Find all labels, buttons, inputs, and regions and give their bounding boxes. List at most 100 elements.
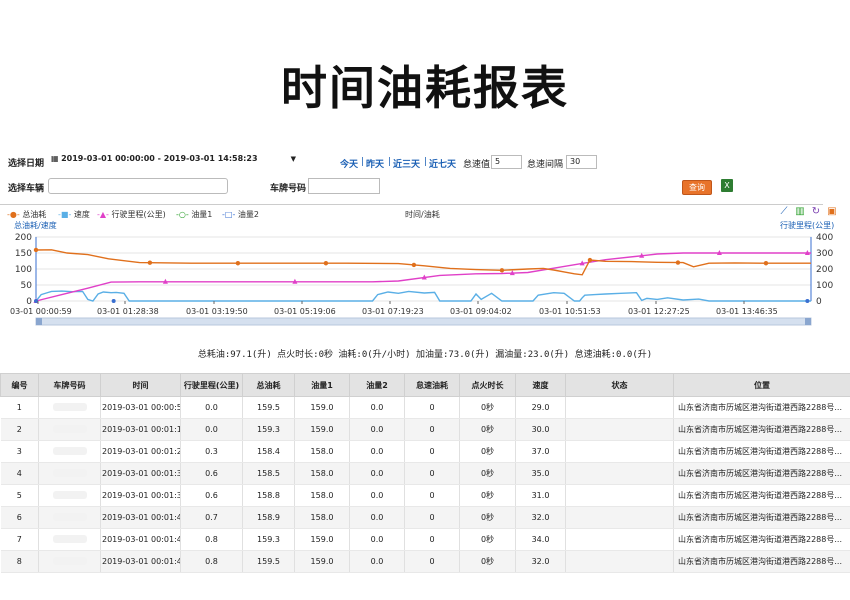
table-body: 1 2019-03-01 00:00:59 0.0 159.5 159.0 0.0 0 0秒 2… (0, 396, 850, 573)
total-fuel-point (499, 268, 505, 273)
table-cell: 159.5 (242, 550, 295, 573)
quick-today[interactable]: 今天 (340, 157, 358, 170)
table-cell: 2019-03-01 00:01:38 (100, 484, 181, 507)
header-cell[interactable]: 油量1 (294, 373, 350, 397)
separator: | (424, 157, 428, 167)
legend-fuel1[interactable]: -○- 油量1 (176, 209, 212, 220)
header-cell[interactable]: 编号 (0, 373, 39, 397)
chevron-down-icon[interactable]: ▼ (291, 153, 296, 165)
table-cell (38, 506, 101, 529)
table-cell: 159.0 (294, 418, 350, 441)
legend-label: 油量2 (237, 210, 259, 219)
x-tick-label: 03-01 12:27:25 (628, 307, 690, 316)
idle-interval-input[interactable]: 30 (566, 155, 597, 169)
query-button[interactable]: 查询 (682, 180, 712, 195)
bar-chart-icon[interactable]: ▥ (795, 207, 805, 217)
table-cell: 山东省济南市历城区港沟街道港西路2288号... (673, 528, 850, 551)
legend-fuel2[interactable]: -□- 油量2 (222, 209, 259, 220)
table-row[interactable]: 6 2019-03-01 00:01:41 0.7 158.9 158.0 0.0 0 0秒 3… (0, 506, 850, 529)
x-tick-label: 03-01 09:04:02 (450, 307, 512, 316)
redacted-plate (52, 446, 87, 455)
redacted-plate (52, 468, 87, 477)
y-right-tick-label: 400 (816, 233, 833, 243)
redacted-plate (52, 424, 87, 433)
table-cell: 0.0 (349, 506, 405, 529)
table-cell: 0 (404, 462, 460, 485)
idle-speed-input[interactable]: 5 (491, 155, 522, 169)
table-row[interactable]: 4 2019-03-01 00:01:36 0.6 158.5 158.0 0.0 0 0秒 3… (0, 462, 850, 485)
table-cell (38, 528, 101, 551)
table-cell: 0.0 (180, 396, 243, 419)
table-row[interactable]: 2 2019-03-01 00:01:19 0.0 159.3 159.0 0.0 0 0秒 3… (0, 418, 850, 441)
legend-label: 油量1 (191, 210, 213, 219)
table-cell (565, 550, 674, 573)
quick-yesterday[interactable]: 昨天 (366, 157, 384, 170)
legend-total-fuel[interactable]: -●- 总油耗 (7, 209, 46, 220)
table-cell (38, 550, 101, 573)
total-fuel-point (411, 262, 417, 268)
table-cell: 6 (0, 506, 39, 529)
plate-input[interactable] (308, 178, 380, 194)
header-cell[interactable]: 状态 (565, 373, 674, 397)
total-fuel-point (675, 260, 681, 265)
table-cell: 3 (0, 440, 39, 463)
table-row[interactable]: 5 2019-03-01 00:01:38 0.6 158.8 158.0 0.0 0 0秒 3… (0, 484, 850, 507)
quick-7days[interactable]: 近七天 (429, 157, 456, 170)
legend-mileage[interactable]: -▲- 行驶里程(公里) (97, 209, 166, 220)
idle-speed-label: 怠速值 (463, 160, 491, 170)
table-cell: 0.0 (349, 484, 405, 507)
header-cell[interactable]: 速度 (515, 373, 566, 397)
table-row[interactable]: 1 2019-03-01 00:00:59 0.0 159.5 159.0 0.0 0 0秒 2… (0, 396, 850, 419)
table-cell: 0秒 (459, 462, 516, 485)
y-right-tick-label: 0 (816, 297, 822, 307)
y-left-tick-label: 150 (15, 249, 32, 259)
table-cell: 159.3 (242, 418, 295, 441)
header-cell[interactable]: 点火时长 (459, 373, 516, 397)
scrollbar-handle-left[interactable] (36, 318, 42, 325)
table-cell: 0.0 (349, 462, 405, 485)
table-cell: 30.0 (515, 418, 566, 441)
table-cell: 山东省济南市历城区港沟街道港西路2288号... (673, 418, 850, 441)
table-row[interactable]: 7 2019-03-01 00:01:44 0.8 159.3 159.0 0.0 0 0秒 3… (0, 528, 850, 551)
redacted-plate (52, 402, 87, 411)
refresh-icon[interactable]: ↻ (811, 207, 821, 217)
table-cell: 2019-03-01 00:01:47 (100, 550, 181, 573)
table-cell: 2019-03-01 00:00:59 (100, 396, 181, 419)
vehicle-select[interactable] (48, 178, 228, 194)
table-cell: 0秒 (459, 528, 516, 551)
table-cell: 5 (0, 484, 39, 507)
line-chart-icon[interactable]: ⟋ (779, 207, 789, 217)
header-cell[interactable]: 位置 (673, 373, 850, 397)
table-row[interactable]: 3 2019-03-01 00:01:22 0.3 158.4 158.0 0.0 0 0秒 3… (0, 440, 850, 463)
save-image-icon[interactable]: ▣ (827, 207, 837, 217)
date-range-value: 2019-03-01 00:00:00 - 2019-03-01 14:58:2… (61, 154, 258, 163)
header-cell[interactable]: 油量2 (349, 373, 405, 397)
total-fuel-point (587, 257, 593, 263)
table-cell: 0秒 (459, 418, 516, 441)
table-cell: 0 (404, 550, 460, 573)
table-cell (38, 396, 101, 419)
table-cell: 159.5 (242, 396, 295, 419)
header-cell[interactable]: 时间 (100, 373, 181, 397)
scrollbar-handle-right[interactable] (805, 318, 811, 325)
table-cell: 0.7 (180, 506, 243, 529)
table-cell: 158.4 (242, 440, 295, 463)
x-tick-label: 03-01 07:19:23 (362, 307, 424, 316)
table-cell: 32.0 (515, 550, 566, 573)
date-range-picker[interactable]: ▦ 2019-03-01 00:00:00 - 2019-03-01 14:58… (48, 153, 298, 167)
header-cell[interactable]: 怠速油耗 (404, 373, 460, 397)
chart-scrollbar[interactable] (35, 317, 812, 326)
legend-speed[interactable]: -■- 速度 (58, 209, 90, 220)
table-cell: 34.0 (515, 528, 566, 551)
y-left-tick-label: 50 (21, 281, 33, 291)
table-cell: 0 (404, 396, 460, 419)
table-row[interactable]: 8 2019-03-01 00:01:47 0.8 159.5 159.0 0.0 0 0秒 3… (0, 550, 850, 573)
summary-text: 总耗油:97.1(升) 点火时长:0秒 油耗:0(升/小时) 加油量:73.0(… (197, 350, 653, 360)
header-cell[interactable]: 行驶里程(公里) (180, 373, 243, 397)
quick-3days[interactable]: 近三天 (393, 157, 420, 170)
table-cell: 0秒 (459, 440, 516, 463)
data-table: 编号 车牌号码 时间 行驶里程(公里) 总油耗 油量1 油量2 怠速油耗 点火时… (0, 373, 850, 573)
excel-export-icon[interactable]: X (721, 179, 733, 192)
header-cell[interactable]: 总油耗 (242, 373, 295, 397)
header-cell[interactable]: 车牌号码 (38, 373, 101, 397)
